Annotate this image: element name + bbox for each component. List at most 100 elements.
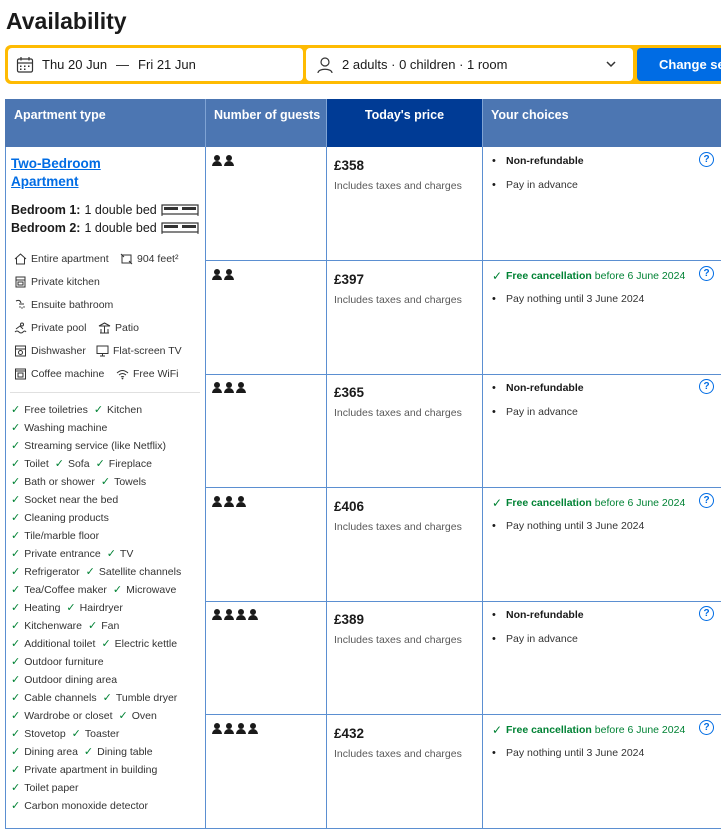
price-cell: £397 Includes taxes and charges — [327, 261, 483, 374]
amenity-item: Sofa — [67, 457, 90, 470]
price-value: £365 — [334, 385, 365, 400]
choice-date: before 6 June 2024 — [594, 724, 686, 736]
checkmark-icon: ✓ — [11, 404, 21, 416]
amenity-row: ✓ Additional toilet ✓ Electric kettle — [11, 637, 177, 651]
facility-entire-apartment: Entire apartment — [14, 253, 109, 265]
apartment-details: Two-Bedroom Apartment Bedroom 1: 1 doubl… — [5, 147, 206, 829]
amenity-item: Cable channels — [24, 691, 97, 704]
pool-icon — [14, 322, 27, 334]
person-icon — [212, 382, 223, 394]
taxes-note: Includes taxes and charges — [334, 521, 462, 533]
bullet-icon: • — [492, 406, 496, 418]
amenity-item: Kitchenware — [24, 619, 82, 632]
person-icon — [236, 382, 247, 394]
price-cell: £358 Includes taxes and charges — [327, 147, 483, 260]
choice-label: Pay in advance — [506, 179, 578, 191]
checkmark-icon: ✓ — [11, 728, 21, 740]
checkmark-icon: ✓ — [106, 548, 116, 560]
table-row: £432 Includes taxes and charges ✓ Free canc… — [206, 715, 721, 829]
guests-icon-group — [212, 609, 260, 621]
facility-label: Free WiFi — [133, 368, 179, 380]
choice-label: Pay nothing until 3 June 2024 — [506, 520, 645, 532]
choice-non-refundable: • Non-refundable — [492, 155, 584, 167]
bullet-icon: • — [492, 179, 496, 191]
person-icon — [212, 723, 223, 735]
person-icon — [212, 496, 223, 508]
facility-label: Private kitchen — [31, 276, 100, 288]
date-picker[interactable]: Thu 20 Jun — Fri 21 Jun — [8, 48, 303, 81]
page-title: Availability — [6, 8, 127, 34]
guests-icon-group — [212, 723, 260, 735]
amenity-item: Toilet paper — [24, 781, 79, 794]
facility-coffee-machine: Coffee machine — [14, 368, 104, 380]
patio-icon — [98, 322, 111, 334]
info-icon[interactable]: ? — [699, 266, 714, 281]
checkmark-icon: ✓ — [83, 746, 94, 758]
amenity-item: Outdoor furniture — [24, 655, 104, 668]
taxes-note: Includes taxes and charges — [334, 634, 462, 646]
table-row: £358 Includes taxes and charges • Non-refun… — [206, 147, 721, 261]
dishwasher-icon — [15, 345, 26, 357]
checkmark-icon: ✓ — [11, 692, 21, 704]
checkmark-icon: ✓ — [11, 476, 21, 488]
info-icon[interactable]: ? — [699, 606, 714, 621]
info-icon[interactable]: ? — [699, 379, 714, 394]
checkmark-icon: ✓ — [11, 422, 21, 434]
person-icon — [236, 609, 247, 621]
kitchen-icon — [15, 276, 26, 288]
price-cell: £389 Includes taxes and charges — [327, 601, 483, 714]
home-icon — [14, 253, 27, 265]
change-search-button[interactable]: Change search — [637, 48, 721, 81]
choices-cell: ✓ Free cancellation before 6 June 2024 • Pay… — [483, 261, 721, 374]
guests-icon-group — [212, 496, 248, 508]
choice-label: Pay nothing until 3 June 2024 — [506, 293, 645, 305]
person-icon — [236, 723, 247, 735]
bullet-icon: • — [492, 747, 496, 759]
choice-non-refundable: • Non-refundable — [492, 609, 584, 621]
amenity-row: ✓ Kitchenware ✓ Fan — [11, 619, 119, 633]
person-icon — [317, 56, 333, 73]
amenity-row: ✓ Private entrance ✓ TV — [11, 547, 133, 561]
checkout-date: Fri 21 Jun — [138, 57, 196, 72]
amenity-item: Private apartment in building — [24, 763, 158, 776]
info-icon[interactable]: ? — [699, 152, 714, 167]
facility-private-kitchen: Private kitchen — [14, 276, 100, 288]
amenity-item: Toilet — [24, 457, 49, 470]
choice-pay-nothing: • Pay nothing until 3 June 2024 — [492, 520, 644, 532]
facility-label: Patio — [115, 322, 139, 334]
facility-label: Coffee machine — [31, 368, 105, 380]
divider — [10, 392, 200, 393]
choice-pay-nothing: • Pay nothing until 3 June 2024 — [492, 747, 644, 759]
taxes-note: Includes taxes and charges — [334, 748, 462, 760]
amenity-item: Satellite channels — [98, 565, 182, 578]
bullet-icon: • — [492, 382, 496, 394]
amenity-item: Streaming service (like Netflix) — [24, 439, 167, 452]
person-icon — [212, 609, 223, 621]
amenity-item: Microwave — [126, 583, 177, 596]
amenity-item: Free toiletries — [24, 403, 88, 416]
amenity-row: ✓ Bath or shower ✓ Towels — [11, 475, 146, 489]
checkmark-icon: ✓ — [11, 494, 21, 506]
facility-label: Flat-screen TV — [113, 345, 182, 357]
amenity-item: Tumble dryer — [115, 691, 178, 704]
checkmark-icon: ✓ — [11, 710, 21, 722]
info-icon[interactable]: ? — [699, 493, 714, 508]
amenity-item: Hairdryer — [79, 601, 123, 614]
price-value: £432 — [334, 726, 365, 741]
date-separator: — — [116, 57, 130, 72]
apartment-name-link[interactable]: Two-Bedroom Apartment — [11, 155, 121, 191]
amenity-item: Stovetop — [24, 727, 66, 740]
choice-pay-advance: • Pay in advance — [492, 633, 578, 645]
info-icon[interactable]: ? — [699, 720, 714, 735]
price-cell: £365 Includes taxes and charges — [327, 374, 483, 487]
facility-ensuite-bathroom: Ensuite bathroom — [14, 299, 113, 311]
guests-icon-group — [212, 269, 236, 281]
facility-label: Ensuite bathroom — [31, 299, 114, 311]
choice-label: Non-refundable — [506, 155, 584, 167]
price-value: £397 — [334, 272, 365, 287]
double-bed-icon — [161, 222, 199, 234]
guests-selector[interactable]: 2 adults · 0 children · 1 room — [306, 48, 633, 81]
choices-cell: • Non-refundable • Pay in advance? — [483, 374, 721, 487]
choices-cell: • Non-refundable • Pay in advance? — [483, 147, 721, 260]
checkmark-icon: ✓ — [11, 638, 21, 650]
